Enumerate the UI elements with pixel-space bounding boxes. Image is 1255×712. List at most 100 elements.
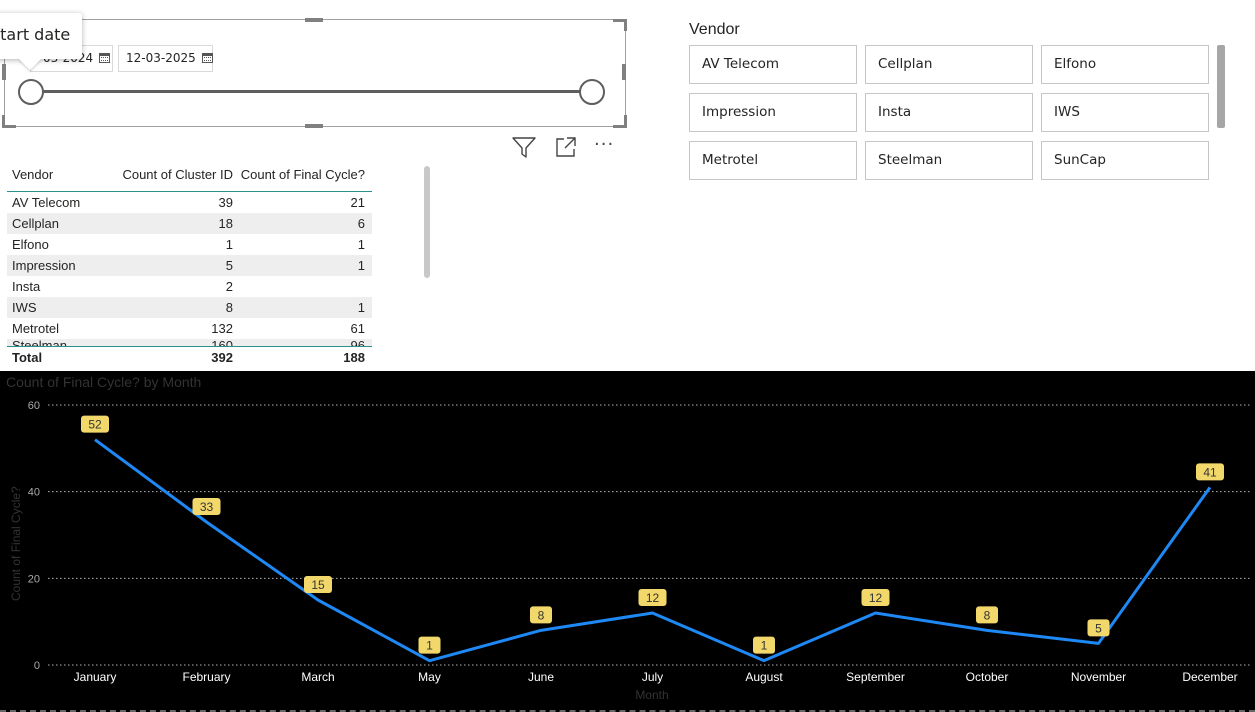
y-tick-label: 60 [28,400,40,412]
x-tick-label: August [745,670,783,684]
calendar-icon[interactable] [201,53,213,63]
vendor-option[interactable]: Metrotel [689,141,857,180]
cell-cluster: 5 [225,258,233,273]
resize-handle[interactable] [305,124,323,128]
column-header-final-cycle[interactable]: Count of Final Cycle? [241,167,365,182]
x-tick-label: June [528,670,554,684]
cell-final: 1 [357,300,365,315]
end-date-handle[interactable] [579,79,605,105]
series-line [94,438,1212,663]
vendor-slicer-title: Vendor [689,21,740,38]
end-date-value: 12-03-2025 [126,51,196,65]
data-label: 41 [1203,465,1217,479]
cell-final: 96 [350,339,365,347]
cell-cluster: 132 [211,321,233,336]
table-row[interactable]: Steelman 160 96 [7,339,372,347]
vendor-option[interactable]: Elfono [1041,45,1209,84]
resize-handle[interactable] [624,115,627,127]
data-label: 12 [646,591,660,605]
cell-vendor: Insta [12,279,41,294]
table-row[interactable]: AV Telecom 39 21 [7,192,372,213]
cell-final: 6 [357,216,365,231]
calendar-icon[interactable] [99,53,111,63]
cell-final: 1 [357,258,365,273]
total-final: 188 [343,350,365,365]
column-header-cluster-count[interactable]: Count of Cluster ID [122,167,233,182]
table-row[interactable]: Metrotel 132 61 [7,318,372,339]
cell-vendor: IWS [12,300,37,315]
x-tick-label: September [846,670,905,684]
table-total-row: Total 392 188 [7,347,372,369]
data-label: 1 [426,639,433,653]
vendor-table: Vendor Count of Cluster ID Count of Fina… [7,160,372,369]
resize-handle[interactable] [2,115,5,127]
cell-vendor: AV Telecom [12,195,81,210]
start-date-tooltip: Start date [0,13,82,59]
table-header: Vendor Count of Cluster ID Count of Fina… [7,160,372,192]
cell-final: 61 [350,321,365,336]
data-label: 12 [869,591,883,605]
cell-vendor: Elfono [12,237,49,252]
y-tick-label: 20 [28,573,40,585]
vendor-option[interactable]: Steelman [865,141,1033,180]
vendor-option[interactable]: Impression [689,93,857,132]
total-cluster: 392 [211,350,233,365]
cell-cluster: 8 [225,300,233,315]
cell-cluster: 39 [218,195,233,210]
cell-vendor: Impression [12,258,76,273]
vendor-option[interactable]: AV Telecom [689,45,857,84]
x-tick-label: February [182,670,230,684]
cell-final: 1 [357,237,365,252]
vendor-option[interactable]: SunCap [1041,141,1209,180]
cell-vendor: Steelman [12,339,67,347]
tooltip-text: Start date [0,25,71,44]
end-date-input[interactable]: 12-03-2025 [118,45,213,72]
column-header-vendor[interactable]: Vendor [12,167,53,182]
data-label: 5 [1095,621,1102,635]
focus-mode-icon[interactable] [555,136,577,158]
vendor-option[interactable]: IWS [1041,93,1209,132]
table-row[interactable]: Insta 2 [7,276,372,297]
total-label: Total [12,350,43,365]
resize-handle[interactable] [624,19,627,31]
cell-vendor: Metrotel [12,321,59,336]
y-axis-label: Count of Final Cycle? [9,486,23,601]
x-axis-label: Month [635,688,668,702]
start-date-handle[interactable] [18,79,44,105]
data-label: 52 [88,418,102,432]
line-chart-svg: Count of Final Cycle? by Month Count of F… [6,374,1250,702]
data-label: 15 [311,578,325,592]
x-tick-label: May [418,670,441,684]
data-label: 1 [761,639,768,653]
x-tick-label: July [642,670,663,684]
x-tick-label: March [301,670,334,684]
vendor-option[interactable]: Cellplan [865,45,1033,84]
cell-cluster: 1 [225,237,233,252]
vendor-option[interactable]: Insta [865,93,1033,132]
vendor-slicer-scrollbar[interactable] [1217,45,1225,128]
resize-handle[interactable] [622,64,626,80]
more-options-icon[interactable]: ··· [594,136,618,158]
resize-handle[interactable] [2,64,6,80]
cell-final: 21 [350,195,365,210]
filter-icon[interactable] [512,136,536,158]
line-chart: Count of Final Cycle? by Month Count of F… [0,371,1255,712]
data-label: 33 [200,500,214,514]
vendor-slicer: AV Telecom Cellplan Elfono Impression In… [689,45,1210,180]
cell-cluster: 2 [225,279,233,294]
cell-cluster: 160 [211,339,233,347]
x-tick-label: November [1071,670,1126,684]
table-row[interactable]: IWS 8 1 [7,297,372,318]
chart-title: Count of Final Cycle? by Month [6,374,201,390]
table-row[interactable]: Elfono 1 1 [7,234,372,255]
date-range-track[interactable] [31,90,593,93]
table-row[interactable]: Impression 5 1 [7,255,372,276]
data-label: 8 [538,608,545,622]
tooltip-arrow [18,58,42,70]
x-tick-label: January [74,670,117,684]
table-row[interactable]: Cellplan 18 6 [7,213,372,234]
resize-handle[interactable] [305,18,323,22]
y-tick-label: 40 [28,487,40,499]
table-scrollbar[interactable] [424,166,430,278]
date-slicer-frame [4,19,626,127]
